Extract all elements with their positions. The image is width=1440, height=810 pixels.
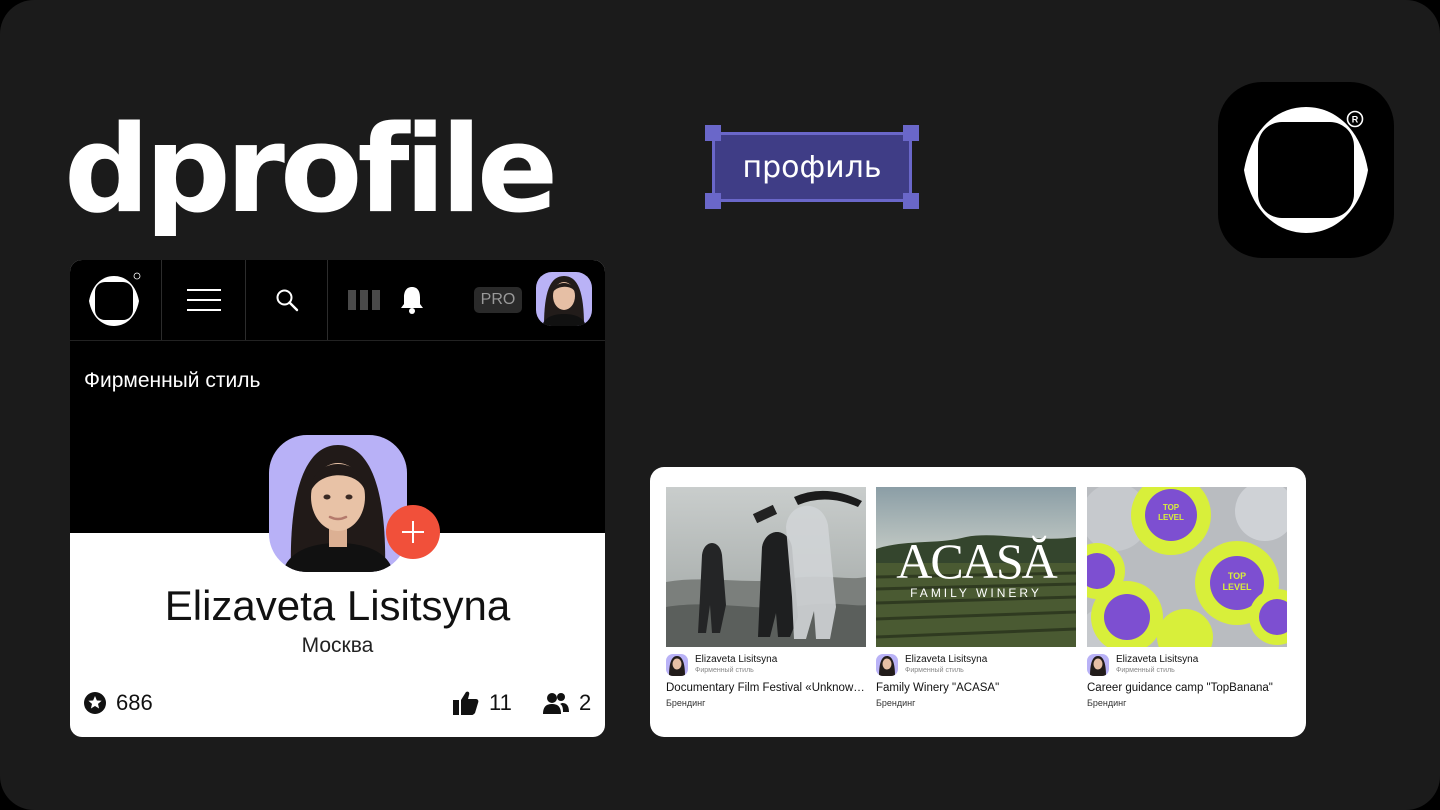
author-text: Elizaveta Lisitsyna Фирменный стиль <box>1116 654 1198 676</box>
cover-title: Фирменный стиль <box>84 369 261 392</box>
author-name: Elizaveta Lisitsyna <box>695 654 778 665</box>
author-category: Фирменный стиль <box>905 667 964 674</box>
menu-icon <box>186 289 221 311</box>
svg-text:R: R <box>1352 115 1359 125</box>
author-name: Elizaveta Lisitsyna <box>905 654 988 665</box>
project-category: Брендинг <box>1087 698 1127 708</box>
logo-icon: R <box>1244 107 1368 233</box>
star-icon <box>84 692 106 714</box>
menu-button[interactable] <box>162 260 246 340</box>
avatar-portrait <box>1090 656 1106 676</box>
users-icon <box>543 693 569 714</box>
project-category: Брендинг <box>876 698 916 708</box>
author-name: Elizaveta Lisitsyna <box>1116 654 1199 665</box>
avatar-portrait <box>542 276 586 326</box>
home-logo-button[interactable] <box>70 260 162 340</box>
selection-handle <box>903 125 919 141</box>
portfolio-item[interactable]: Elizaveta Lisitsyna Фирменный стиль Docu… <box>666 487 866 708</box>
author-row[interactable]: Elizaveta Lisitsyna Фирменный стиль <box>1087 653 1287 677</box>
bars-icon[interactable] <box>348 290 380 310</box>
avatar-portrait <box>879 656 895 676</box>
user-avatar[interactable] <box>536 272 592 326</box>
project-thumbnail[interactable]: ACASĂ FAMILY WINERY <box>876 487 1076 647</box>
profile-city: Москва <box>301 634 374 657</box>
brand-wordmark: dprofile <box>64 101 558 240</box>
pro-badge[interactable]: PRO <box>474 287 522 313</box>
author-row[interactable]: Elizaveta Lisitsyna Фирменный стиль <box>666 653 866 677</box>
bell-icon[interactable] <box>400 285 424 315</box>
author-avatar <box>1087 654 1109 676</box>
author-text: Elizaveta Lisitsyna Фирменный стиль <box>695 654 777 676</box>
followers-stat[interactable]: 2 <box>543 690 591 716</box>
stars-count: 686 <box>116 690 153 715</box>
author-avatar <box>666 654 688 676</box>
acasa-logo-text: ACASĂ <box>896 533 1057 589</box>
toolbar-actions: PRO <box>328 260 605 340</box>
likes-stat[interactable]: 11 <box>453 690 512 716</box>
portfolio-item[interactable]: ACASĂ FAMILY WINERY Elizaveta Lisitsyna … <box>876 487 1076 708</box>
logo-icon <box>88 272 140 326</box>
profile-name: Elizaveta Lisitsyna <box>164 582 511 629</box>
author-avatar <box>876 654 898 676</box>
project-title[interactable]: Career guidance camp "TopBanana" <box>1087 682 1287 694</box>
avatar-portrait <box>669 656 685 676</box>
top-navigation-bar: PRO <box>70 260 605 340</box>
plus-icon <box>402 521 424 543</box>
profile-tag-label: профиль <box>742 149 882 185</box>
author-category: Фирменный стиль <box>695 667 754 674</box>
project-thumbnail[interactable]: TOP LEVEL TOP LEVEL <box>1087 487 1287 647</box>
stars-stat[interactable]: 686 <box>84 690 153 716</box>
project-category: Брендинг <box>666 698 706 708</box>
author-text: Elizaveta Lisitsyna Фирменный стиль <box>905 654 987 676</box>
project-title[interactable]: Documentary Film Festival «Unknown» <box>666 682 866 694</box>
author-row[interactable]: Elizaveta Lisitsyna Фирменный стиль <box>876 653 1076 677</box>
likes-count: 11 <box>489 690 512 715</box>
author-category: Фирменный стиль <box>1116 667 1175 674</box>
search-icon <box>276 289 298 312</box>
selection-handle <box>903 193 919 209</box>
selection-handle <box>705 193 721 209</box>
canvas: dprofile профиль R PRO Фирменный стиль E… <box>0 0 1440 810</box>
thumbs-up-icon <box>453 691 479 715</box>
portfolio-panel: Elizaveta Lisitsyna Фирменный стиль Docu… <box>650 467 1306 737</box>
acasa-subtitle: FAMILY WINERY <box>910 586 1042 600</box>
profile-avatar[interactable] <box>269 435 407 572</box>
film-crew-photo <box>666 487 866 647</box>
profile-card: PRO Фирменный стиль Elizaveta Lisitsyna … <box>70 260 605 737</box>
project-thumbnail[interactable] <box>666 487 866 647</box>
selection-handle <box>705 125 721 141</box>
add-button[interactable] <box>386 505 440 559</box>
followers-count: 2 <box>579 690 592 715</box>
project-title[interactable]: Family Winery "ACASĂ" <box>876 682 1076 694</box>
badge-text: TOP LEVEL <box>1222 571 1252 592</box>
profile-tag: профиль <box>705 125 919 209</box>
avatar-portrait <box>283 445 393 572</box>
portfolio-item[interactable]: TOP LEVEL TOP LEVEL Elizaveta Lisitsyna … <box>1087 487 1287 708</box>
badge-text: TOP LEVEL <box>1158 503 1184 522</box>
app-logo: R <box>1218 82 1394 258</box>
search-button[interactable] <box>246 260 328 340</box>
